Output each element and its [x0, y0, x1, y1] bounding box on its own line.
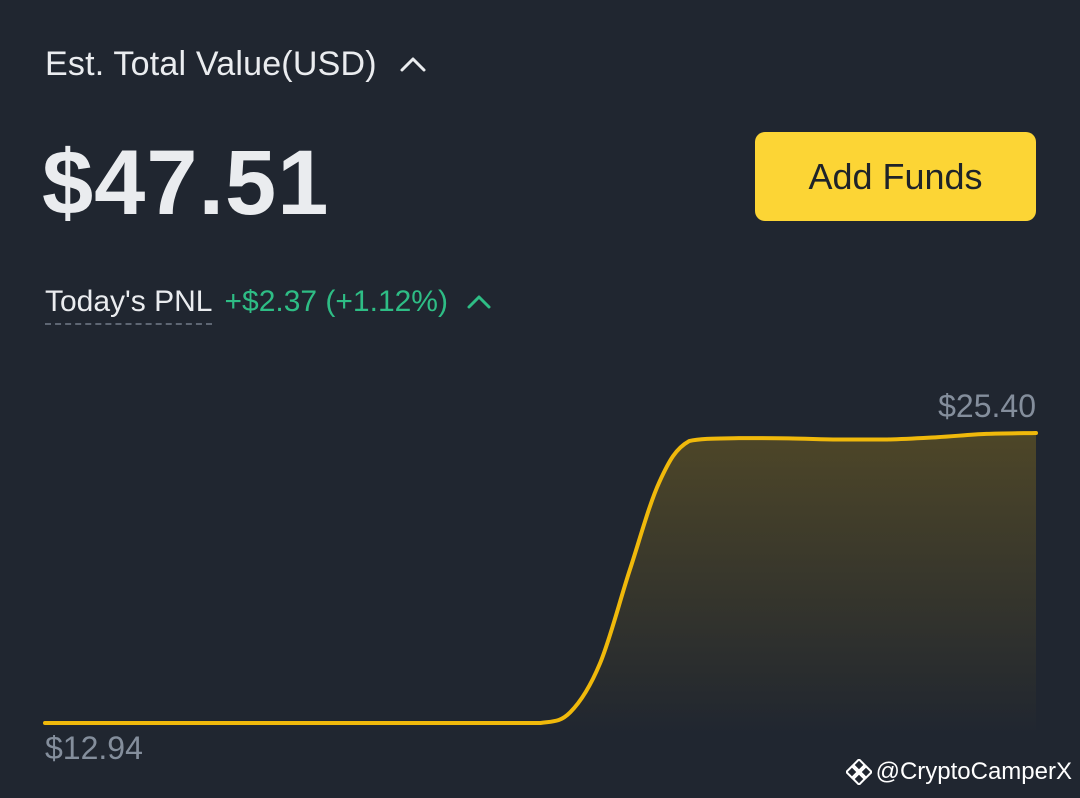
chart-max-label: $25.40 [938, 388, 1036, 424]
watermark: @CryptoCamperX [845, 758, 1072, 786]
value-chart[interactable] [0, 0, 1080, 798]
chart-area-fill [45, 433, 1036, 735]
chart-min-label: $12.94 [45, 730, 143, 766]
watermark-text: @CryptoCamperX [875, 758, 1072, 785]
binance-logo-icon [845, 759, 872, 785]
